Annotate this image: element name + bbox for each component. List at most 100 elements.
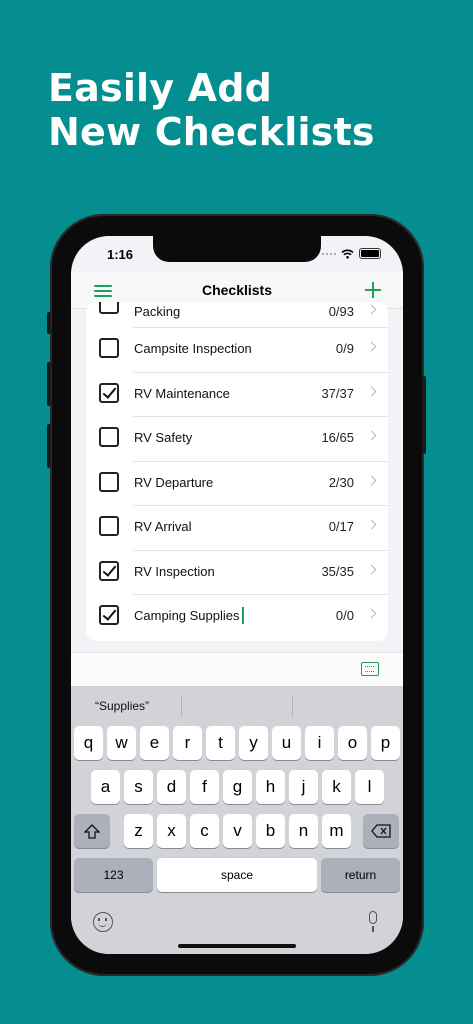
checklist-list: Packing 0/93 Campsite Inspection 0/9 RV Main… bbox=[86, 302, 388, 641]
checklist-count: 37/37 bbox=[321, 385, 354, 401]
key-n[interactable]: n bbox=[289, 814, 318, 848]
checkbox-icon[interactable] bbox=[99, 427, 119, 447]
chevron-right-icon bbox=[366, 564, 377, 574]
text-cursor bbox=[242, 607, 244, 624]
delete-key[interactable] bbox=[363, 814, 399, 848]
checklist-row[interactable]: RV Safety 16/65 bbox=[86, 417, 388, 462]
checkbox-icon[interactable] bbox=[99, 302, 119, 314]
chevron-right-icon bbox=[366, 386, 377, 396]
checkbox-icon[interactable] bbox=[99, 382, 119, 403]
key-t[interactable]: t bbox=[206, 726, 235, 760]
checklist-count: 16/65 bbox=[321, 430, 354, 445]
key-a[interactable]: a bbox=[91, 770, 120, 804]
chevron-right-icon bbox=[366, 608, 377, 619]
delete-icon bbox=[371, 824, 391, 838]
emoji-icon[interactable] bbox=[93, 912, 113, 932]
key-f[interactable]: f bbox=[190, 770, 219, 804]
key-p[interactable]: p bbox=[371, 726, 400, 760]
numbers-key[interactable]: 123 bbox=[74, 858, 153, 892]
checklist-row[interactable]: Camping Supplies 0/0 bbox=[86, 595, 388, 641]
key-c[interactable]: c bbox=[190, 814, 219, 848]
checklist-count: 0/0 bbox=[335, 608, 354, 623]
chevron-right-icon bbox=[366, 430, 377, 441]
chevron-right-icon bbox=[366, 341, 377, 352]
status-icons bbox=[322, 248, 381, 259]
checklist-row[interactable]: RV Maintenance 37/37 bbox=[86, 373, 388, 417]
key-r[interactable]: r bbox=[173, 726, 202, 760]
suggestion-divider bbox=[181, 696, 182, 716]
key-o[interactable]: o bbox=[338, 726, 367, 760]
checklist-row[interactable]: Packing 0/93 bbox=[86, 302, 388, 328]
checklist-count: 0/93 bbox=[328, 304, 354, 319]
page-title: Checklists bbox=[201, 282, 273, 298]
key-j[interactable]: j bbox=[289, 770, 318, 804]
key-w[interactable]: w bbox=[107, 726, 136, 760]
keyboard: “Supplies” qwertyuiop asdfghjkl zxcvbnm 12… bbox=[71, 686, 403, 954]
shift-icon bbox=[83, 824, 101, 839]
checkbox-icon[interactable] bbox=[99, 560, 119, 581]
checklist-row[interactable]: Campsite Inspection 0/9 bbox=[86, 328, 388, 373]
suggestion-bar: “Supplies” bbox=[71, 686, 403, 726]
phone-screen: 1:16 Checklists Packing 0/93 Campsite Insp… bbox=[71, 236, 403, 954]
checklist-count: 0/9 bbox=[335, 341, 354, 356]
suggestion-divider bbox=[292, 696, 293, 716]
checklist-count: 2/30 bbox=[328, 474, 354, 490]
key-i[interactable]: i bbox=[305, 726, 334, 760]
checklist-label: RV Arrival bbox=[134, 519, 192, 534]
checklist-label: RV Safety bbox=[134, 430, 193, 445]
key-b[interactable]: b bbox=[256, 814, 285, 848]
signal-dots-icon bbox=[322, 252, 336, 255]
shift-key[interactable] bbox=[74, 814, 110, 848]
checkbox-icon[interactable] bbox=[99, 338, 119, 358]
chevron-right-icon bbox=[366, 304, 377, 315]
key-z[interactable]: z bbox=[124, 814, 153, 848]
key-v[interactable]: v bbox=[223, 814, 252, 848]
key-e[interactable]: e bbox=[140, 726, 169, 760]
mute-switch bbox=[47, 312, 51, 334]
checklist-label: Campsite Inspection bbox=[134, 341, 252, 356]
checklist-label: RV Departure bbox=[134, 474, 214, 490]
key-h[interactable]: h bbox=[256, 770, 285, 804]
checklist-row[interactable]: RV Inspection 35/35 bbox=[86, 551, 388, 595]
headline: Easily Add New Checklists bbox=[48, 66, 375, 154]
key-g[interactable]: g bbox=[223, 770, 252, 804]
mic-icon[interactable] bbox=[369, 911, 377, 932]
space-key[interactable]: space bbox=[157, 858, 317, 892]
key-u[interactable]: u bbox=[272, 726, 301, 760]
checklist-row[interactable]: RV Arrival 0/17 bbox=[86, 506, 388, 551]
key-y[interactable]: y bbox=[239, 726, 268, 760]
checklist-row[interactable]: RV Departure 2/30 bbox=[86, 462, 388, 506]
checkbox-icon[interactable] bbox=[99, 516, 119, 536]
key-l[interactable]: l bbox=[355, 770, 384, 804]
chevron-right-icon bbox=[366, 475, 377, 485]
key-q[interactable]: q bbox=[74, 726, 103, 760]
checklist-count: 35/35 bbox=[321, 563, 354, 579]
key-k[interactable]: k bbox=[322, 770, 351, 804]
key-x[interactable]: x bbox=[157, 814, 186, 848]
checkbox-icon[interactable] bbox=[99, 605, 119, 625]
keyboard-accessory-bar bbox=[71, 652, 403, 687]
checklist-label: RV Maintenance bbox=[134, 385, 230, 401]
key-d[interactable]: d bbox=[157, 770, 186, 804]
battery-icon bbox=[359, 248, 381, 259]
notch bbox=[153, 236, 321, 262]
headline-line-1: Easily Add bbox=[48, 66, 273, 110]
checklist-label: RV Inspection bbox=[134, 563, 215, 579]
wifi-icon bbox=[341, 249, 354, 259]
volume-down-button bbox=[47, 424, 51, 468]
keyboard-dismiss-icon[interactable] bbox=[361, 662, 379, 676]
headline-line-2: New Checklists bbox=[48, 110, 375, 154]
add-icon[interactable] bbox=[365, 282, 381, 298]
suggestion-item[interactable]: “Supplies” bbox=[95, 699, 149, 713]
checklist-count: 0/17 bbox=[328, 519, 354, 534]
chevron-right-icon bbox=[366, 519, 377, 530]
checkbox-icon[interactable] bbox=[99, 471, 119, 492]
power-button bbox=[422, 376, 426, 454]
checklist-label: Packing bbox=[134, 304, 181, 319]
key-s[interactable]: s bbox=[124, 770, 153, 804]
home-indicator bbox=[178, 944, 296, 948]
key-m[interactable]: m bbox=[322, 814, 351, 848]
return-key[interactable]: return bbox=[321, 858, 400, 892]
checklist-label: Camping Supplies bbox=[134, 608, 240, 623]
status-time: 1:16 bbox=[107, 247, 134, 262]
